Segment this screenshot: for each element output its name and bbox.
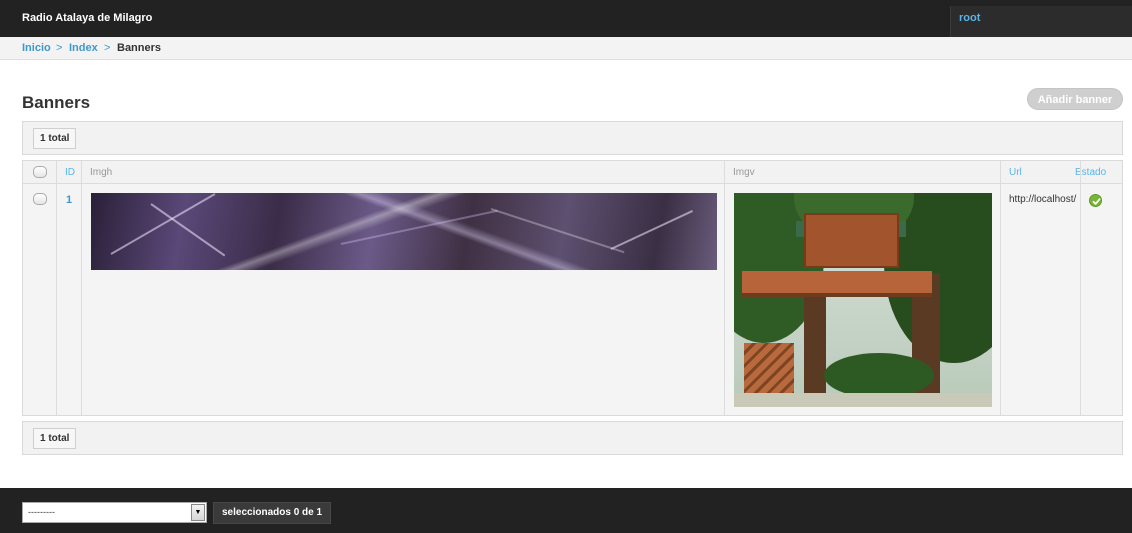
breadcrumb-current: Banners [117,42,162,54]
breadcrumb-inicio[interactable]: Inicio [22,42,51,54]
selection-counter: seleccionados 0 de 1 [213,502,332,524]
row-id-link[interactable]: 1 [66,194,72,206]
user-menu[interactable]: root [950,6,1132,37]
user-name[interactable]: root [959,12,980,24]
banner-horizontal-image [91,193,717,270]
breadcrumb-separator: > [56,42,63,54]
action-select[interactable]: --------- ▼ [22,502,207,523]
actions-footer: --------- ▼ seleccionados 0 de 1 [0,488,1132,533]
breadcrumb-separator: > [104,42,111,54]
column-header-id[interactable]: ID [65,167,75,178]
column-divider [1000,161,1001,415]
breadcrumb-index[interactable]: Index [69,42,98,54]
page-title: Banners [22,93,91,112]
table-header: ID Imgh Imgv Url Estado [23,161,1122,184]
add-banner-button[interactable]: Añadir banner [1027,88,1123,110]
column-divider [81,161,82,415]
banner-vertical-image [734,193,992,407]
breadcrumb: Inicio > Index > Banners [0,37,1132,60]
total-count: 1 total [33,428,77,449]
total-count: 1 total [33,128,77,149]
column-header-imgv: Imgv [733,167,755,178]
column-header-imgh: Imgh [90,167,113,178]
column-header-url[interactable]: Url [1009,167,1022,178]
results-table: ID Imgh Imgv Url Estado 1 http://localho… [22,160,1123,416]
site-title[interactable]: Radio Atalaya de Milagro [22,12,152,24]
select-all-checkbox[interactable] [33,166,47,178]
paginator-top: 1 total [22,121,1123,155]
column-divider [1080,161,1081,415]
column-divider [724,161,725,415]
row-url: http://localhost/ [1009,194,1077,205]
top-navbar: Radio Atalaya de Milagro root [0,0,1132,37]
action-select-value: --------- [28,507,55,517]
chevron-down-icon[interactable]: ▼ [191,504,205,521]
paginator-bottom: 1 total [22,421,1123,455]
check-icon [1089,194,1102,207]
column-divider [56,161,57,415]
row-checkbox[interactable] [33,193,47,205]
